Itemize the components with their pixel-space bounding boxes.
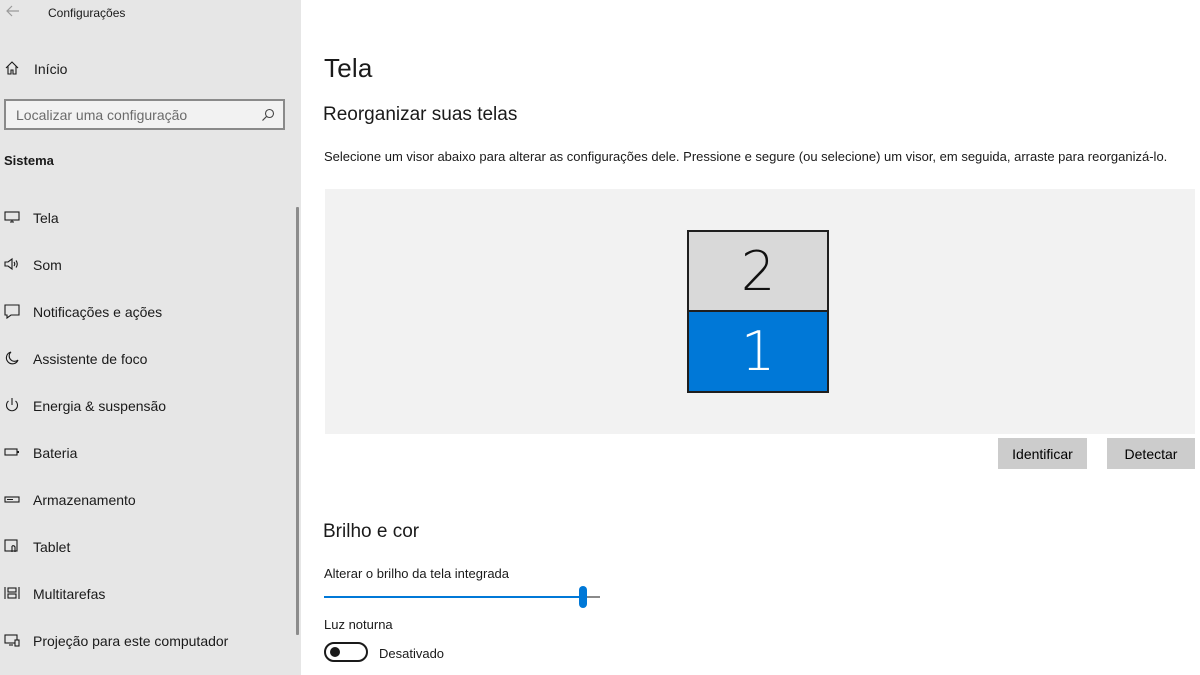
- night-light-label: Luz noturna: [324, 617, 393, 632]
- battery-icon: [4, 444, 20, 460]
- display-1-tile[interactable]: 1: [687, 310, 829, 393]
- home-icon: [4, 60, 20, 76]
- sidebar-item-projecao[interactable]: Projeção para este computador: [0, 626, 301, 673]
- sidebar-item-tela[interactable]: Tela: [0, 203, 301, 250]
- sidebar-item-label: Multitarefas: [33, 586, 106, 602]
- toggle-knob: [330, 647, 340, 657]
- tablet-icon: [4, 538, 20, 554]
- speaker-icon: [4, 256, 20, 272]
- sidebar-item-label: Notificações e ações: [33, 304, 163, 320]
- sidebar-item-label: Tela: [33, 210, 59, 226]
- section-heading-sistema: Sistema: [4, 153, 54, 168]
- projection-icon: [4, 632, 20, 648]
- search-placeholder: Localizar uma configuração: [16, 107, 188, 123]
- multitasking-icon: [4, 585, 20, 601]
- sidebar-item-label: Projeção para este computador: [33, 633, 229, 649]
- sidebar-item-label: Bateria: [33, 445, 78, 461]
- sidebar-item-label: Armazenamento: [33, 492, 136, 508]
- sidebar-item-energia[interactable]: Energia & suspensão: [0, 391, 301, 438]
- night-light-toggle[interactable]: [324, 642, 368, 662]
- monitor-icon: [4, 209, 20, 225]
- night-light-state: Desativado: [379, 646, 445, 661]
- sidebar-item-label: Energia & suspensão: [33, 398, 167, 414]
- sidebar-item-armazenamento[interactable]: Armazenamento: [0, 485, 301, 532]
- search-icon: [261, 108, 275, 122]
- brightness-slider-label: Alterar o brilho da tela integrada: [324, 566, 510, 581]
- brightness-heading: Brilho e cor: [323, 521, 420, 542]
- display-2-tile[interactable]: 2: [687, 230, 829, 312]
- sidebar-item-label: Som: [33, 257, 62, 273]
- power-icon: [4, 397, 20, 413]
- detect-button[interactable]: Detectar: [1107, 438, 1195, 469]
- sidebar-item-tablet[interactable]: Tablet: [0, 532, 301, 579]
- sidebar-item-assistente-foco[interactable]: Assistente de foco: [0, 344, 301, 391]
- sidebar-item-home[interactable]: Início: [0, 56, 301, 82]
- slider-track-fill: [324, 596, 579, 598]
- page-title: Tela: [324, 53, 373, 83]
- rearrange-heading: Reorganizar suas telas: [323, 104, 518, 125]
- sidebar-item-multitarefas[interactable]: Multitarefas: [0, 579, 301, 626]
- moon-icon: [4, 350, 20, 366]
- storage-icon: [4, 491, 20, 507]
- sidebar: Configurações Início Localizar uma confi…: [0, 0, 301, 675]
- search-input[interactable]: Localizar uma configuração: [4, 99, 285, 130]
- sidebar-item-label: Assistente de foco: [33, 351, 148, 367]
- home-label: Início: [34, 61, 68, 77]
- sidebar-scrollbar[interactable]: [296, 207, 299, 635]
- brightness-slider[interactable]: [324, 584, 600, 610]
- title-bar: Configurações: [0, 0, 301, 28]
- sidebar-nav: Tela Som Notificações e ações Assistente…: [0, 203, 301, 673]
- slider-track-rest: [587, 596, 600, 598]
- sidebar-item-som[interactable]: Som: [0, 250, 301, 297]
- sidebar-item-notificacoes[interactable]: Notificações e ações: [0, 297, 301, 344]
- identify-button[interactable]: Identificar: [998, 438, 1087, 469]
- back-arrow-icon[interactable]: [2, 2, 24, 22]
- sidebar-item-bateria[interactable]: Bateria: [0, 438, 301, 485]
- slider-thumb[interactable]: [579, 586, 587, 608]
- sidebar-item-label: Tablet: [33, 539, 71, 555]
- notification-icon: [4, 303, 20, 320]
- display-arrangement-area: 2 1: [325, 189, 1195, 434]
- main-content: Tela Reorganizar suas telas Selecione um…: [301, 0, 1200, 675]
- window-title: Configurações: [48, 6, 126, 20]
- rearrange-description: Selecione um visor abaixo para alterar a…: [324, 149, 1168, 164]
